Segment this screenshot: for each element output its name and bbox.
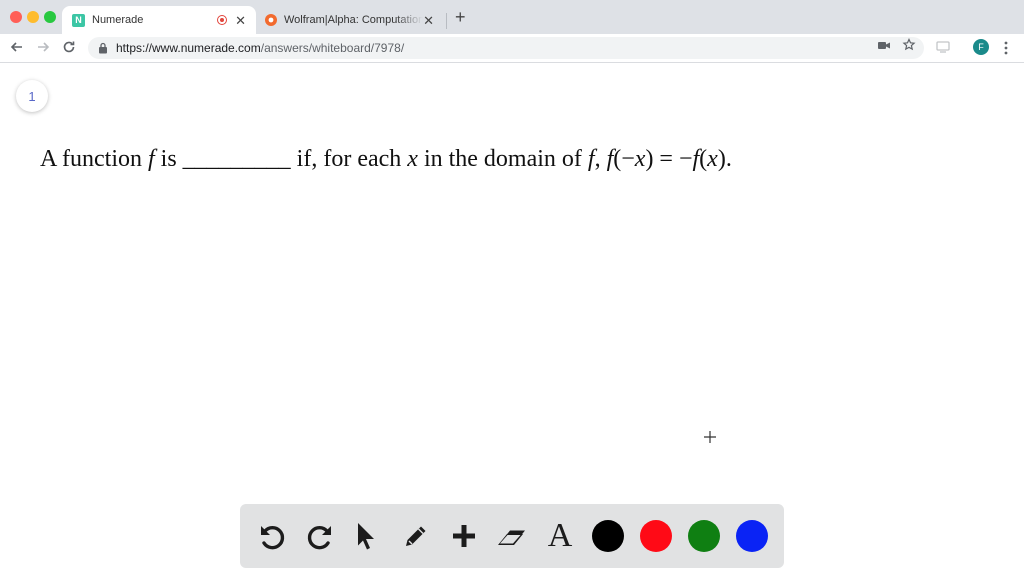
tab-close-icon[interactable]: ✕ [423,14,434,27]
camera-icon[interactable] [877,37,891,53]
recording-icon [217,15,228,25]
math-var: f [148,146,155,172]
problem-text: is _________ if, for each [154,146,408,172]
crosshair-cursor-icon [704,431,716,443]
problem-text: A function [40,146,148,172]
page-number-badge[interactable]: 1 [16,80,48,112]
url-path: /answers/whiteboard/7978/ [260,41,405,55]
math-var: x [707,146,718,172]
math-var: x [407,146,418,172]
maximize-window-button[interactable] [44,11,56,23]
math-var: x [634,146,646,172]
minimize-window-button[interactable] [27,11,39,23]
problem-text: ( [699,146,708,172]
tab-strip: N Numerade ✕ Wolfram|Alpha: Computationa… [0,0,1024,34]
redo-icon[interactable] [304,520,336,552]
add-icon[interactable] [448,520,480,552]
close-window-button[interactable] [10,11,22,23]
tab-wolfram[interactable]: Wolfram|Alpha: Computational ✕ [258,6,444,34]
bookmark-star-icon[interactable] [902,37,916,53]
math-var: f [587,146,595,172]
text-tool-button[interactable]: A [544,519,576,553]
problem-text: in the domain of [417,146,588,172]
pointer-icon[interactable] [350,520,382,552]
color-green-swatch[interactable] [688,520,720,552]
eraser-icon[interactable] [495,520,527,552]
undo-icon[interactable] [256,520,288,552]
lock-icon [99,42,107,54]
wolfram-favicon-icon [265,14,277,26]
tab-close-icon[interactable]: ✕ [235,14,246,27]
browser-toolbar: https://www.numerade.com/answers/whitebo… [0,34,1024,63]
problem-text: , [594,146,607,172]
address-bar[interactable]: https://www.numerade.com/answers/whitebo… [88,37,924,59]
tab-title: Numerade [92,14,144,26]
back-arrow-icon[interactable] [9,39,25,55]
drawing-toolbar: A [240,504,784,568]
profile-avatar[interactable]: F [973,39,989,55]
problem-text: (− [613,146,635,172]
color-black-swatch[interactable] [592,520,624,552]
tab-numerade[interactable]: N Numerade ✕ [62,6,256,34]
color-blue-swatch[interactable] [736,520,768,552]
forward-arrow-icon[interactable] [35,39,51,55]
color-red-swatch[interactable] [640,520,672,552]
cast-icon[interactable] [935,39,951,55]
menu-dots-icon[interactable] [1004,40,1008,56]
numerade-favicon-icon: N [72,13,85,27]
url-host: https://www.numerade.com [116,41,261,55]
problem-text: ) = − [645,146,693,172]
pencil-icon[interactable] [400,520,432,552]
reload-icon[interactable] [61,39,77,55]
problem-text: ). [717,146,732,172]
problem-statement: A function f is _________ if, for each x… [40,146,1000,173]
new-tab-button[interactable]: + [455,8,466,26]
tab-divider [446,13,447,29]
tab-title: Wolfram|Alpha: Computational [284,14,424,26]
